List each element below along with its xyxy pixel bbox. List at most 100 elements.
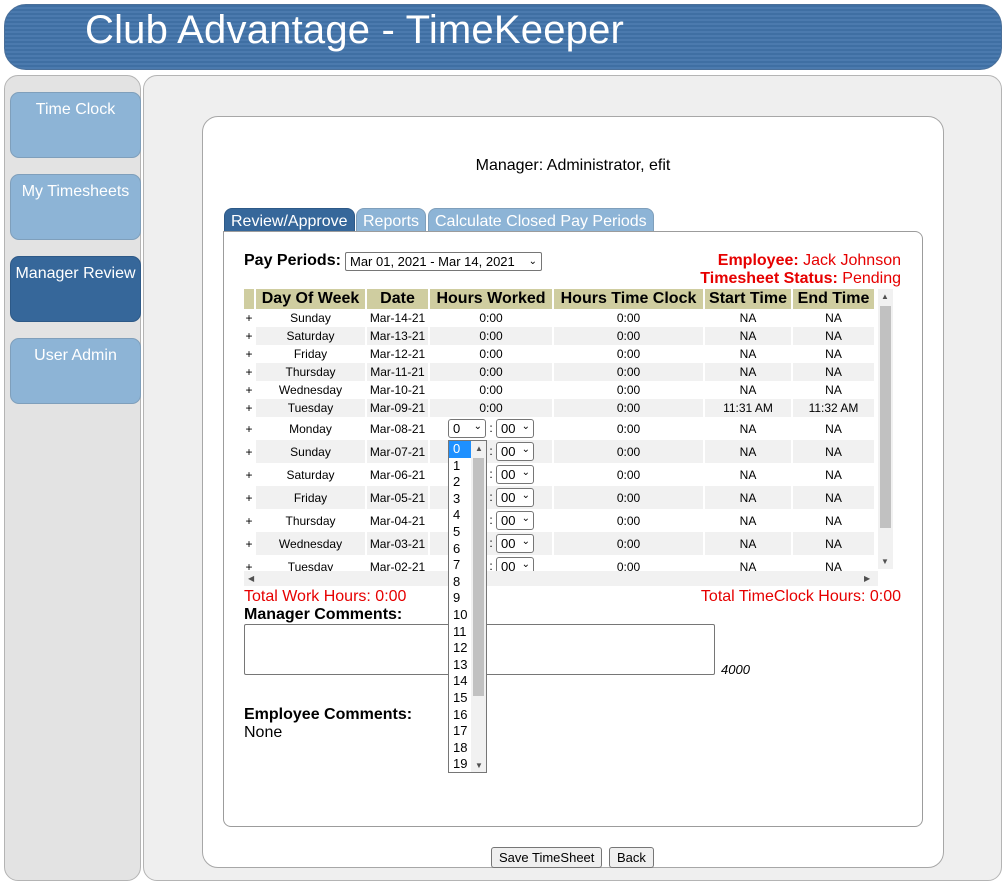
cell-date: Mar-07-21	[367, 440, 428, 463]
table-row: + Wednesday Mar-03-21 ⌄:00 ⌄ 0:00 NA NA	[244, 532, 874, 555]
hours-select[interactable]: 0 ⌄	[448, 419, 486, 438]
expand-button[interactable]: +	[244, 440, 254, 463]
expand-button[interactable]: +	[244, 345, 254, 363]
col-header-hours-time-clock: Hours Time Clock	[554, 289, 703, 309]
hours-dropdown-list[interactable]: ▲ ▼ 0 1 2 3 4 5 6 7 8 9 10 11 12 13 14 1…	[448, 440, 487, 773]
tab-label: Calculate Closed Pay Periods	[435, 213, 647, 230]
minutes-select[interactable]: 00 ⌄	[496, 511, 534, 530]
pay-period-select[interactable]: Mar 01, 2021 - Mar 14, 2021 ⌄	[345, 252, 542, 271]
cell-end: NA	[793, 532, 874, 555]
cell-end: NA	[793, 486, 874, 509]
cell-day: Saturday	[256, 327, 365, 345]
table-row: + Sunday Mar-07-21 ⌄:00 ⌄ 0:00 NA NA	[244, 440, 874, 463]
sidebar-item-user-admin[interactable]: User Admin	[10, 338, 141, 404]
cell-start: NA	[739, 347, 757, 361]
scroll-up-icon[interactable]: ▲	[881, 292, 889, 301]
status-badge: Pending	[842, 270, 901, 287]
expand-button[interactable]: +	[244, 532, 254, 555]
cell-hours-worked: 0:00	[430, 327, 552, 345]
table-row: + Tuesday Mar-09-21 0:00 0:00 11:31 AM 1…	[244, 399, 874, 417]
manager-comments-label: Manager Comments:	[244, 606, 403, 623]
chevron-down-icon: ⌄	[521, 559, 530, 570]
cell-hours-worked: 0:00	[479, 383, 503, 397]
cell-hours-worked: 0:00	[430, 399, 552, 417]
scrollbar-thumb[interactable]	[473, 458, 484, 696]
sidebar-item-time-clock[interactable]: Time Clock	[10, 92, 141, 158]
minutes-select[interactable]: 00 ⌄	[496, 534, 534, 553]
cell-day: Wednesday	[256, 532, 365, 555]
minutes-select[interactable]: 00 ⌄	[496, 465, 534, 484]
cell-hours-clock: 0:00	[554, 440, 703, 463]
cell-hours-clock: 0:00	[554, 532, 703, 555]
cell-date: Mar-03-21	[367, 532, 428, 555]
cell-day: Thursday	[256, 363, 365, 381]
expand-button[interactable]: +	[244, 327, 254, 345]
expand-button[interactable]: +	[244, 399, 254, 417]
table-row: + Thursday Mar-04-21 ⌄:00 ⌄ 0:00 NA NA	[244, 509, 874, 532]
expand-button[interactable]: +	[244, 486, 254, 509]
table-horizontal-scrollbar[interactable]: ◀ ▶	[244, 571, 878, 586]
cell-day: Friday	[293, 347, 328, 361]
cell-date: Mar-06-21	[369, 467, 426, 482]
cell-hours-clock: 0:00	[616, 311, 641, 325]
dropdown-scrollbar[interactable]: ▲ ▼	[471, 441, 486, 772]
sidebar-item-manager-review[interactable]: Manager Review	[10, 256, 141, 322]
cell-hours-clock: 0:00	[616, 467, 641, 482]
employee-name: Jack Johnson	[803, 252, 901, 269]
scroll-down-icon[interactable]: ▼	[475, 761, 483, 770]
cell-start: NA	[705, 363, 791, 381]
minutes-select[interactable]: 00 ⌄	[496, 442, 534, 461]
expand-button[interactable]: +	[244, 363, 254, 381]
expand-button[interactable]: +	[244, 309, 254, 327]
sidebar-item-my-timesheets[interactable]: My Timesheets	[10, 174, 141, 240]
back-button[interactable]: Back	[609, 847, 654, 868]
cell-start: NA	[739, 513, 757, 528]
hours-value: 0	[453, 421, 461, 436]
cell-date: Mar-12-21	[369, 347, 426, 361]
cell-start: 11:31 AM	[705, 399, 791, 417]
cell-hours-clock: 0:00	[554, 363, 703, 381]
employee-info: Employee: Jack Johnson Timesheet Status:…	[700, 252, 901, 288]
save-timesheet-button[interactable]: Save TimeSheet	[491, 847, 603, 868]
time-separator: :	[489, 512, 493, 527]
cell-end: NA	[825, 467, 842, 482]
cell-end: NA	[793, 327, 874, 345]
cell-hours-clock: 0:00	[554, 327, 703, 345]
pay-periods-label: Pay Periods:	[244, 252, 341, 269]
employee-label: Employee:	[717, 252, 799, 269]
cell-end: 11:32 AM	[793, 399, 874, 417]
cell-start: NA	[705, 532, 791, 555]
expand-button[interactable]: +	[244, 509, 254, 532]
minutes-value: 00	[501, 444, 516, 459]
scroll-left-icon[interactable]: ◀	[248, 574, 254, 583]
cell-end: NA	[825, 347, 842, 361]
expand-button[interactable]: +	[244, 463, 254, 486]
sidebar-item-label: My Timesheets	[21, 183, 130, 200]
cell-hours-clock: 0:00	[616, 383, 641, 397]
cell-hours-worked: 0:00	[479, 311, 503, 325]
minutes-value: 00	[501, 467, 516, 482]
scroll-up-icon[interactable]: ▲	[475, 444, 483, 453]
cell-day: Tuesday	[256, 399, 365, 417]
cell-end: NA	[825, 513, 842, 528]
table-vertical-scrollbar[interactable]: ▲ ▼	[878, 289, 893, 569]
table-row: + Saturday Mar-13-21 0:00 0:00 NA NA	[244, 327, 874, 345]
scroll-right-icon[interactable]: ▶	[864, 574, 870, 583]
scroll-down-icon[interactable]: ▼	[881, 557, 889, 566]
scrollbar-thumb[interactable]	[880, 306, 891, 528]
cell-end: NA	[825, 383, 842, 397]
employee-comments-value: None	[244, 724, 283, 741]
expand-button[interactable]: +	[244, 381, 254, 399]
minutes-select[interactable]: 00 ⌄	[496, 419, 534, 438]
cell-date: Mar-10-21	[369, 383, 426, 397]
hour-option[interactable]: 0	[449, 441, 471, 458]
minutes-select[interactable]: 00 ⌄	[496, 488, 534, 507]
pay-period-value: Mar 01, 2021 - Mar 14, 2021	[350, 254, 515, 269]
header-banner: Club Advantage - TimeKeeper	[4, 4, 1002, 70]
employee-comments-label: Employee Comments:	[244, 706, 413, 723]
sidebar-item-label: Manager Review	[15, 265, 136, 282]
chevron-down-icon: ⌄	[521, 444, 530, 455]
tab-label: Reports	[363, 213, 420, 230]
cell-hours-clock: 0:00	[616, 513, 641, 528]
expand-button[interactable]: +	[244, 417, 254, 440]
